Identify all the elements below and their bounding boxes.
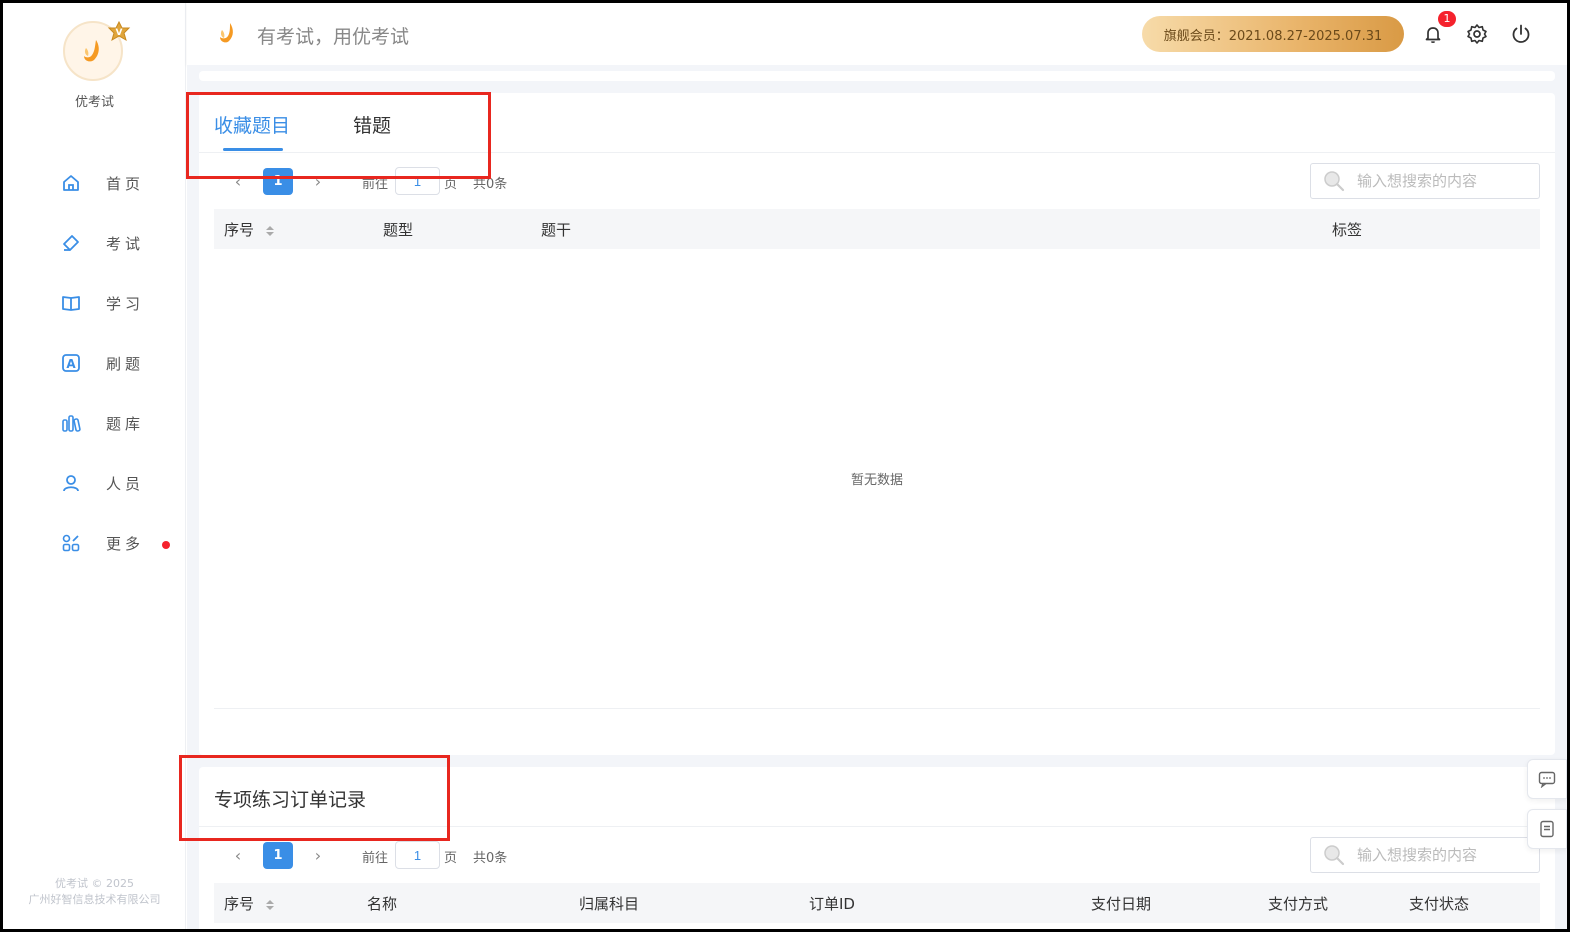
sidebar-item-home[interactable]: 首页 [3,153,186,213]
settings-button[interactable] [1464,21,1490,47]
search-input[interactable] [1357,846,1537,864]
brand-logo-icon [220,23,233,43]
slogan: 有考试，用优考试 [257,26,410,48]
svg-text:V: V [116,28,123,38]
tab-favorites[interactable]: 收藏题目 [214,111,290,138]
search-box[interactable] [1310,163,1540,199]
page-unit-label: 页 [444,177,458,192]
goto-label: 前往 [362,851,389,866]
app-window: V 优考试 首页 考试 学习 A 刷题 题库 人员 更多 优考试 © 2025 … [0,0,1570,932]
sidebar-item-label: 题库 [106,414,145,433]
home-icon [60,172,82,194]
search-input[interactable] [1357,172,1537,190]
column-header-order-id: 订单ID [809,895,855,913]
logout-button[interactable] [1508,21,1534,47]
column-header-pay-status: 支付状态 [1409,895,1470,913]
page-number-button[interactable]: 1 [263,168,293,195]
gear-icon [1467,24,1487,44]
book-icon [60,292,82,314]
tab-wrong-questions[interactable]: 错题 [353,111,391,138]
sidebar-item-label: 更多 [106,534,145,553]
orders-table-header: 序号 名称 归属科目 订单ID 支付日期 支付方式 支付状态 [214,883,1540,923]
total-count: 共0条 [473,177,508,192]
page-number-button[interactable]: 1 [263,842,293,869]
bell-icon [1425,27,1441,44]
sort-icon [265,899,274,910]
sidebar-nav: 首页 考试 学习 A 刷题 题库 人员 更多 [3,153,186,573]
copyright: 优考试 © 2025 广州好智信息技术有限公司 [3,876,186,908]
sidebar-item-label: 首页 [106,174,145,193]
favorites-toolbar: ‹ 1 › 前往 页 共0条 [199,153,1555,209]
letter-a-icon: A [60,352,82,374]
search-icon [1324,171,1345,192]
prev-page-button[interactable]: ‹ [227,841,249,869]
orders-card: 专项练习订单记录 ‹ 1 › 前往 页 共0条 序号 名 [199,767,1555,929]
sidebar-item-label: 考试 [106,234,145,253]
svg-text:A: A [66,357,76,371]
sidebar-item-label: 学习 [106,294,145,313]
column-header-index[interactable]: 序号 [224,219,275,240]
column-header-type: 题型 [383,221,414,239]
column-header-index[interactable]: 序号 [224,893,275,914]
sort-icon [265,225,274,236]
orders-toolbar: ‹ 1 › 前往 页 共0条 [199,827,1555,883]
notes-button[interactable] [1527,809,1567,849]
main-content: 收藏题目 错题 ‹ 1 › 前往 页 共0条 序号 [187,65,1567,929]
table-body: 暂无数据 [214,249,1540,709]
total-count: 共0条 [473,851,508,866]
power-icon [1512,24,1530,43]
sidebar-item-people[interactable]: 人员 [3,453,186,513]
sidebar: V 优考试 首页 考试 学习 A 刷题 题库 人员 更多 优考试 © 2025 … [3,3,186,929]
tab-bar: 收藏题目 错题 [199,93,1555,153]
table-header: 序号 题型 题干 标签 [214,209,1540,249]
next-page-button[interactable]: › [307,167,329,195]
notification-badge: 1 [1438,11,1456,27]
column-label: 序号 [224,221,255,239]
page-unit-label: 页 [444,851,458,866]
active-tab-indicator [223,148,283,151]
company-name: 广州好智信息技术有限公司 [28,893,161,906]
chat-button[interactable] [1527,759,1567,799]
sidebar-item-question-bank[interactable]: 题库 [3,393,186,453]
apps-icon [60,532,82,554]
sidebar-item-study[interactable]: 学习 [3,273,186,333]
orders-card-title: 专项练习订单记录 [214,789,367,811]
document-icon [1540,820,1554,838]
column-header-stem: 题干 [541,221,572,239]
search-icon [1324,845,1345,866]
membership-badge[interactable]: 旗舰会员：2021.08.27-2025.07.31 [1142,16,1404,52]
sidebar-item-label: 人员 [106,474,145,493]
column-header-subject: 归属科目 [579,895,640,913]
eraser-icon [60,232,82,254]
goto-label: 前往 [362,177,389,192]
top-card-edge [199,71,1555,81]
goto-page-input[interactable] [395,167,440,195]
column-header-pay-date: 支付日期 [1091,895,1152,913]
column-header-name: 名称 [367,895,398,913]
goto-page-input[interactable] [395,841,440,869]
user-icon [60,472,82,494]
chat-icon [1538,771,1556,788]
vip-crown-icon: V [107,21,131,42]
sidebar-item-practice[interactable]: A 刷题 [3,333,186,393]
brand-name: 优考试 [74,95,114,110]
search-box[interactable] [1310,837,1540,873]
brand-logo-icon [84,40,99,62]
new-indicator-dot [162,541,170,549]
top-header: 有考试，用优考试 旗舰会员：2021.08.27-2025.07.31 1 [187,3,1567,65]
column-label: 序号 [224,895,255,913]
orders-card-header: 专项练习订单记录 [199,767,1555,827]
sidebar-item-exam[interactable]: 考试 [3,213,186,273]
prev-page-button[interactable]: ‹ [227,167,249,195]
column-header-pay-method: 支付方式 [1268,895,1329,913]
next-page-button[interactable]: › [307,841,329,869]
bars-icon [60,412,82,434]
sidebar-item-more[interactable]: 更多 [3,513,186,573]
column-header-tags: 标签 [1332,221,1363,239]
copyright-line: 优考试 © 2025 [55,877,134,890]
sidebar-item-label: 刷题 [106,354,145,373]
favorites-card: 收藏题目 错题 ‹ 1 › 前往 页 共0条 序号 [199,93,1555,755]
empty-state-text: 暂无数据 [850,473,903,488]
